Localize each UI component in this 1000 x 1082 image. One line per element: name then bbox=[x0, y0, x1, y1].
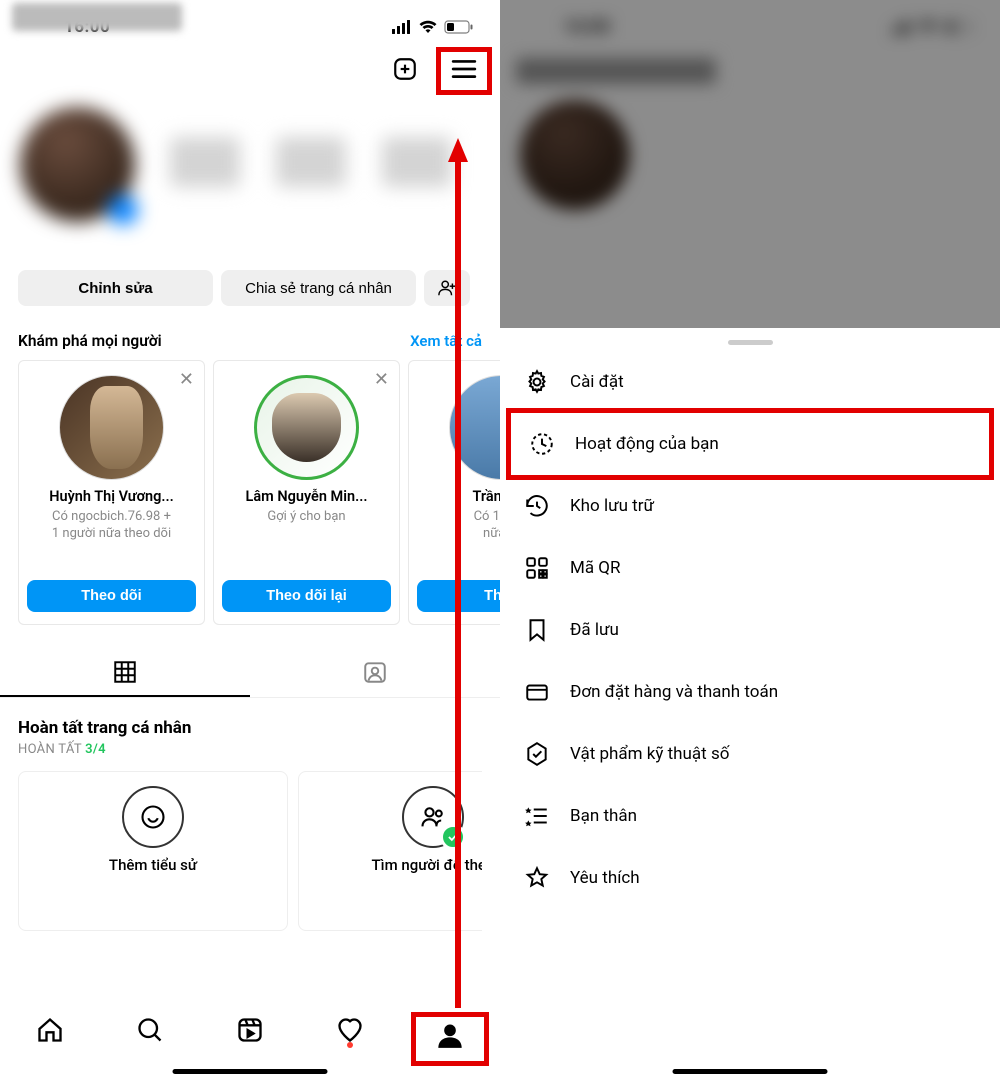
overlay-scrim[interactable] bbox=[500, 0, 1000, 328]
menu-item-label: Đơn đặt hàng và thanh toán bbox=[570, 682, 778, 702]
discover-people-button[interactable] bbox=[424, 270, 470, 306]
avatar[interactable] bbox=[254, 375, 359, 480]
close-icon[interactable]: ✕ bbox=[374, 369, 389, 390]
suggestion-name: Lâm Nguyễn Min... bbox=[246, 488, 368, 507]
discover-title: Khám phá mọi người bbox=[18, 332, 162, 350]
tab-tagged[interactable] bbox=[250, 649, 500, 697]
menu-your-activity-highlighted[interactable]: Hoạt động của bạn bbox=[506, 408, 994, 480]
suggestion-name: Huỳnh Thị Vương... bbox=[49, 488, 174, 507]
home-indicator bbox=[673, 1069, 828, 1074]
suggestion-card: ✕ Huỳnh Thị Vương... Có ngocbich.76.98 +… bbox=[18, 360, 205, 625]
star-list-icon bbox=[522, 803, 552, 829]
highlight-profile-tab bbox=[411, 1012, 489, 1066]
menu-item-label: Bạn thân bbox=[570, 806, 637, 826]
complete-card-bio[interactable]: Thêm tiểu sử bbox=[18, 771, 288, 931]
menu-settings[interactable]: Cài đặt bbox=[500, 351, 1000, 413]
sheet-handle[interactable] bbox=[728, 340, 773, 345]
suggestion-sub: Có 1.59mnữa th bbox=[474, 509, 500, 543]
complete-profile-title: Hoàn tất trang cá nhân bbox=[18, 718, 482, 738]
notification-dot-icon bbox=[347, 1042, 353, 1048]
close-icon[interactable]: ✕ bbox=[179, 369, 194, 390]
follow-button[interactable]: Theo dõi bbox=[27, 580, 196, 612]
profile-actions-row: Chỉnh sửa Chia sẻ trang cá nhân bbox=[0, 270, 500, 306]
tab-grid[interactable] bbox=[0, 649, 250, 697]
complete-card-label: Thêm tiểu sử bbox=[109, 856, 197, 874]
complete-card-find-people[interactable]: Tìm người để theo bbox=[298, 771, 482, 931]
menu-item-label: Kho lưu trữ bbox=[570, 496, 654, 516]
find-people-icon bbox=[402, 786, 464, 848]
battery-icon bbox=[444, 20, 474, 34]
follow-button[interactable]: Theo bbox=[417, 580, 500, 612]
suggestion-name: Trần Pha bbox=[472, 488, 500, 507]
star-icon bbox=[522, 865, 552, 891]
home-indicator bbox=[173, 1069, 328, 1074]
menu-item-label: Cài đặt bbox=[570, 372, 624, 392]
follow-button[interactable]: Theo dõi lại bbox=[222, 580, 391, 612]
complete-card-label: Tìm người để theo bbox=[372, 856, 482, 874]
menu-close-friends[interactable]: Bạn thân bbox=[500, 785, 1000, 847]
profile-content-tabs bbox=[0, 649, 500, 698]
discover-section-header: Khám phá mọi người Xem tất cả bbox=[0, 306, 500, 360]
gear-icon bbox=[522, 369, 552, 395]
hexagon-check-icon bbox=[522, 741, 552, 767]
menu-digital-collectibles[interactable]: Vật phẩm kỹ thuật số bbox=[500, 723, 1000, 785]
create-post-button[interactable] bbox=[392, 56, 418, 86]
edit-profile-button[interactable]: Chỉnh sửa bbox=[18, 270, 213, 306]
menu-favorites[interactable]: Yêu thích bbox=[500, 847, 1000, 909]
complete-profile-section: Hoàn tất trang cá nhân HOÀN TẤT 3/4 Thêm… bbox=[0, 698, 500, 931]
menu-item-label: Đã lưu bbox=[570, 620, 619, 640]
avatar[interactable] bbox=[449, 375, 500, 480]
archive-icon bbox=[522, 493, 552, 519]
menu-item-label: Hoạt động của bạn bbox=[575, 434, 719, 454]
nav-profile-highlighted bbox=[400, 1006, 500, 1082]
discover-cards-row: ✕ Huỳnh Thị Vương... Có ngocbich.76.98 +… bbox=[0, 360, 500, 625]
nav-profile[interactable] bbox=[436, 1034, 464, 1053]
qr-icon bbox=[522, 555, 552, 581]
hamburger-menu-button[interactable] bbox=[451, 65, 477, 84]
wifi-icon bbox=[418, 20, 438, 34]
menu-item-label: Mã QR bbox=[570, 558, 620, 578]
suggestion-sub: Có ngocbich.76.98 +1 người nữa theo dõi bbox=[52, 509, 171, 543]
see-all-link[interactable]: Xem tất cả bbox=[410, 332, 482, 350]
menu-orders-payments[interactable]: Đơn đặt hàng và thanh toán bbox=[500, 661, 1000, 723]
username-blurred bbox=[12, 3, 182, 31]
activity-icon bbox=[527, 431, 557, 457]
credit-card-icon bbox=[522, 679, 552, 705]
menu-saved[interactable]: Đã lưu bbox=[500, 599, 1000, 661]
complete-profile-progress: HOÀN TẤT 3/4 bbox=[18, 742, 482, 757]
suggestion-sub: Gợi ý cho bạn bbox=[267, 509, 345, 526]
profile-header bbox=[0, 45, 500, 97]
bio-icon bbox=[122, 786, 184, 848]
suggestion-card: ✕ Lâm Nguyễn Min... Gợi ý cho bạn Theo d… bbox=[213, 360, 400, 625]
menu-archive[interactable]: Kho lưu trữ bbox=[500, 475, 1000, 537]
bookmark-icon bbox=[522, 617, 552, 643]
nav-home[interactable] bbox=[0, 1006, 100, 1082]
highlight-hamburger bbox=[436, 47, 492, 95]
cellular-icon bbox=[392, 20, 412, 34]
profile-info-blurred bbox=[0, 97, 500, 264]
menu-item-label: Vật phẩm kỹ thuật số bbox=[570, 744, 729, 764]
checkmark-badge-icon bbox=[440, 824, 466, 850]
bottom-sheet-menu: Cài đặt Hoạt động của bạn Kho lưu trữ Mã… bbox=[500, 328, 1000, 1082]
avatar[interactable] bbox=[59, 375, 164, 480]
menu-item-label: Yêu thích bbox=[570, 868, 640, 888]
suggestion-card: ✕ Trần Pha Có 1.59mnữa th Theo bbox=[408, 360, 500, 625]
share-profile-button[interactable]: Chia sẻ trang cá nhân bbox=[221, 270, 416, 306]
menu-qr-code[interactable]: Mã QR bbox=[500, 537, 1000, 599]
